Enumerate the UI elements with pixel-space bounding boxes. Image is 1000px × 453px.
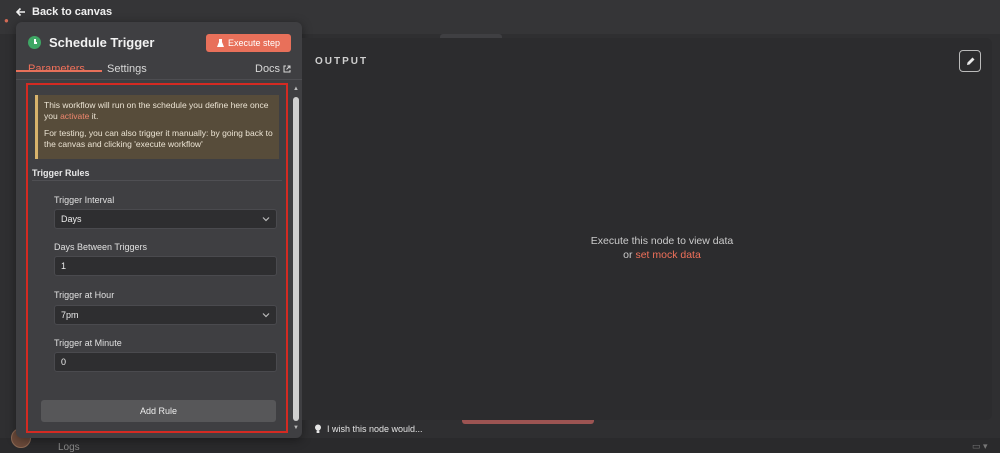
trigger-rules-heading: Trigger Rules [32, 168, 90, 178]
execute-step-button[interactable]: Execute step [206, 34, 291, 52]
node-title[interactable]: Schedule Trigger [49, 35, 154, 50]
trigger-hour-value: 7pm [61, 310, 79, 320]
lightbulb-icon [315, 424, 321, 433]
background-logo: ● [4, 16, 9, 25]
trigger-minute-input[interactable]: 0 [54, 352, 277, 372]
chevron-down-icon [262, 217, 270, 222]
trigger-hour-label: Trigger at Hour [54, 290, 115, 300]
output-title: OUTPUT [315, 56, 369, 67]
docs-link[interactable]: Docs [255, 63, 291, 75]
chevron-down-icon [262, 313, 270, 318]
scroll-down-icon[interactable]: ▼ [293, 425, 299, 431]
external-link-icon [283, 65, 291, 73]
logs-bar [0, 438, 1000, 453]
clock-icon [28, 36, 41, 49]
notice-line-2: For testing, you can also trigger it man… [44, 127, 273, 150]
trigger-hour-select[interactable]: 7pm [54, 305, 277, 325]
docs-label: Docs [255, 63, 281, 75]
node-parameters-panel: Schedule Trigger Execute step Parameters… [16, 22, 302, 438]
notice-line-1: This workflow will run on the schedule y… [44, 100, 273, 123]
active-tab-indicator [16, 70, 102, 72]
trigger-interval-select[interactable]: Days [54, 209, 277, 229]
trigger-interval-label: Trigger Interval [54, 195, 115, 205]
empty-state-message: Execute this node to view data [590, 235, 734, 247]
logs-toggle-icon[interactable]: ▭ ▾ [972, 441, 996, 451]
output-panel: OUTPUT Execute this node to view data or… [302, 38, 992, 420]
logs-label[interactable]: Logs [58, 442, 80, 453]
set-mock-data-link[interactable]: set mock data [635, 249, 700, 261]
feedback-label: I wish this node would... [327, 424, 423, 434]
flask-icon [216, 38, 224, 47]
trigger-minute-value: 0 [61, 357, 67, 367]
empty-state-or: or [623, 249, 636, 262]
feedback-link[interactable]: I wish this node would... [314, 424, 423, 434]
arrow-left-icon [16, 7, 25, 17]
back-to-canvas-link[interactable]: Back to canvas [16, 6, 112, 18]
back-to-canvas-label: Back to canvas [32, 6, 113, 18]
activate-link[interactable]: activate [60, 111, 89, 121]
tabs-divider [16, 79, 302, 80]
trigger-interval-value: Days [61, 214, 82, 224]
trigger-minute-label: Trigger at Minute [54, 338, 122, 348]
edit-output-button[interactable] [959, 50, 981, 72]
tab-parameters[interactable]: Parameters [28, 63, 85, 75]
parameters-scrollbar[interactable]: ▲ ▼ [292, 83, 300, 433]
parameters-highlight-frame: This workflow will run on the schedule y… [26, 83, 288, 433]
add-rule-button[interactable]: Add Rule [41, 400, 276, 422]
tab-settings[interactable]: Settings [107, 63, 147, 75]
output-empty-state: Execute this node to view data or set mo… [302, 234, 1000, 262]
notice-text-b: it. [89, 111, 99, 122]
days-between-triggers-label: Days Between Triggers [54, 242, 148, 252]
scrollbar-thumb[interactable] [293, 97, 299, 421]
panel-header: Schedule Trigger [28, 35, 154, 50]
execute-step-label: Execute step [227, 38, 281, 48]
activation-notice: This workflow will run on the schedule y… [35, 95, 279, 159]
pencil-icon [966, 57, 974, 65]
empty-state-secondary: or set mock data [302, 248, 1000, 262]
section-divider [32, 180, 282, 181]
days-between-triggers-input[interactable]: 1 [54, 256, 277, 276]
days-between-triggers-value: 1 [61, 261, 67, 271]
scroll-up-icon[interactable]: ▲ [293, 86, 299, 92]
